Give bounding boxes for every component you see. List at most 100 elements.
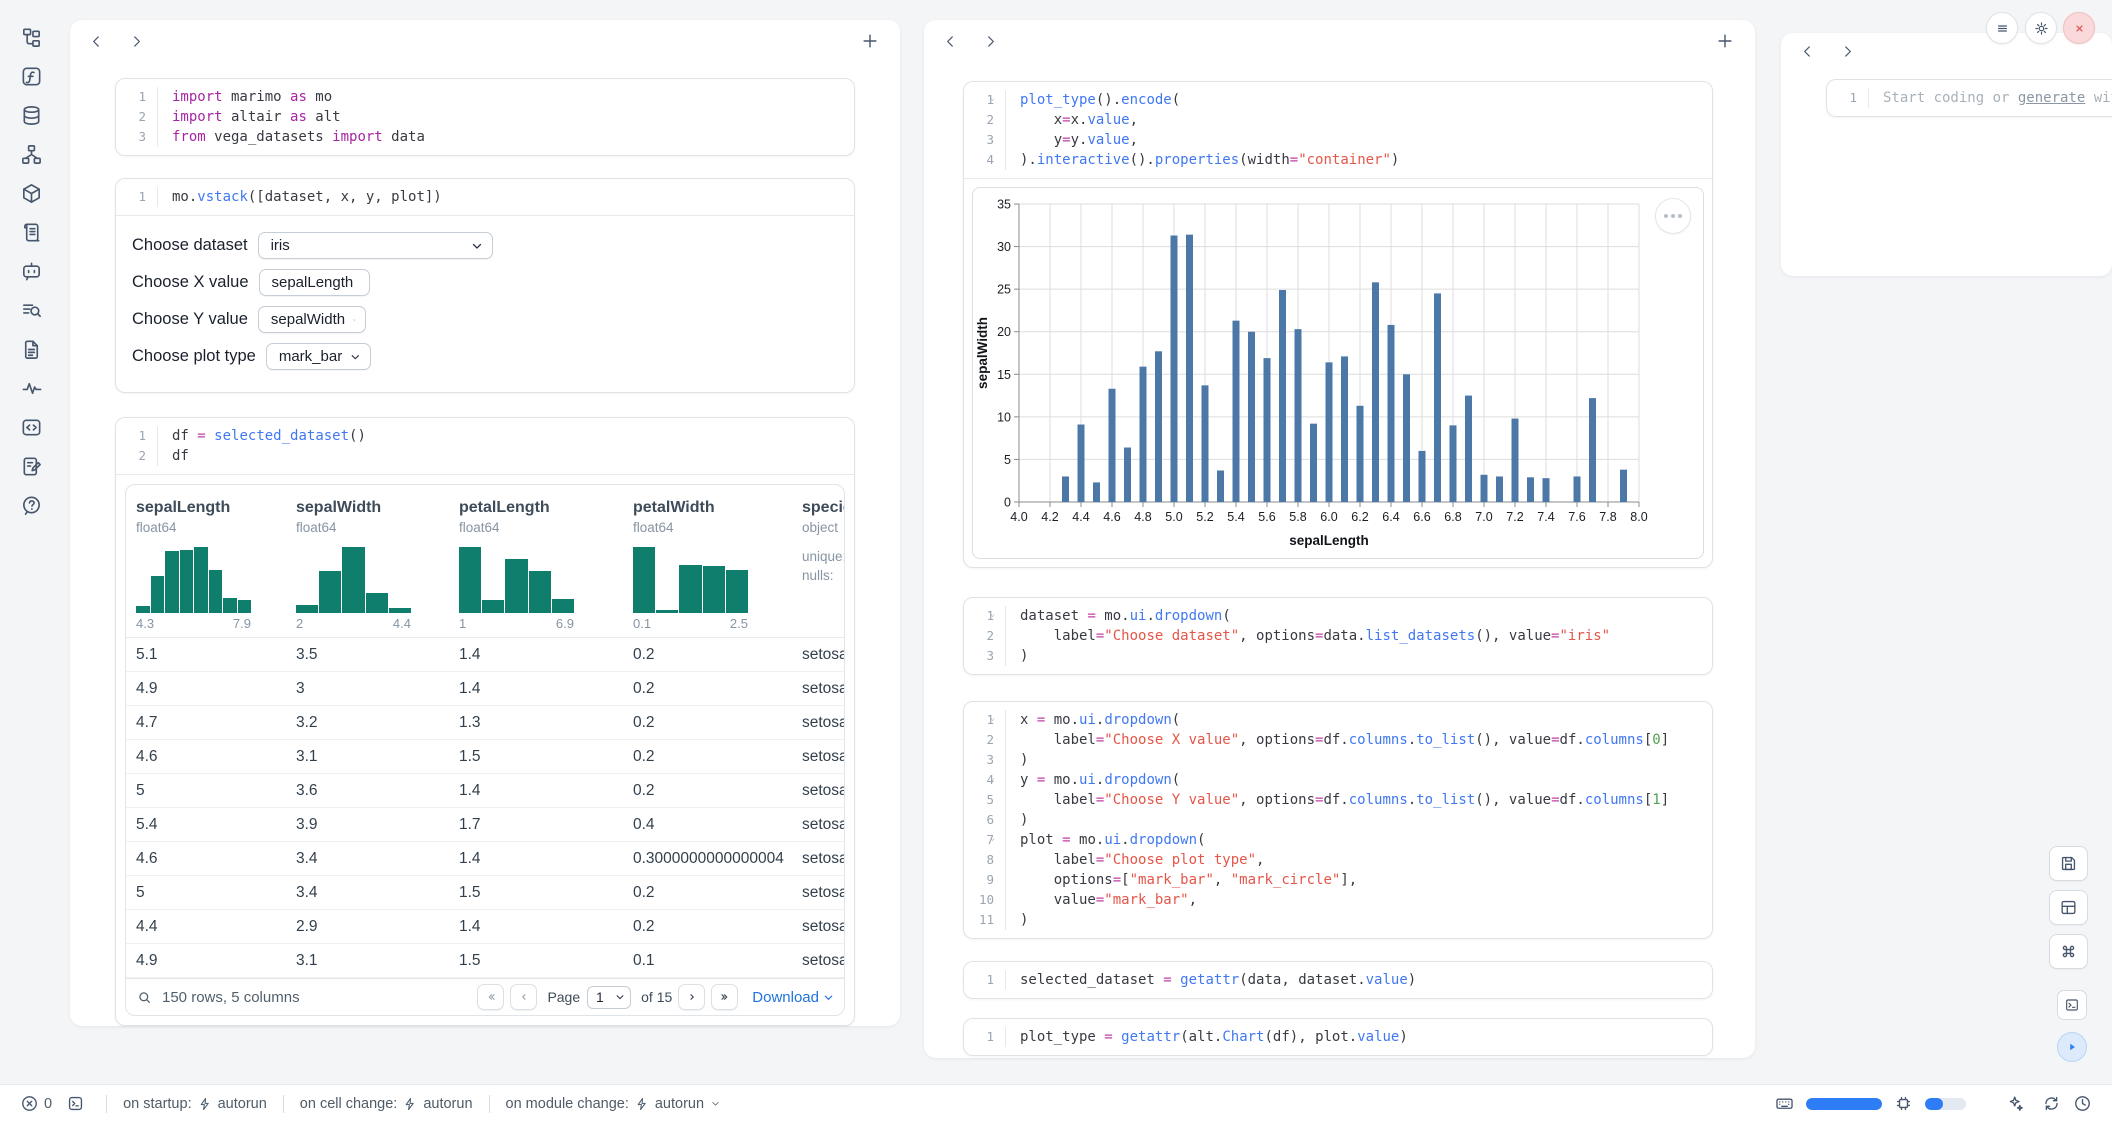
- cell-plot-type[interactable]: 1plot_type = getattr(alt.Chart(df), plot…: [963, 1018, 1713, 1056]
- first-page-button[interactable]: [477, 984, 504, 1010]
- fold-icon[interactable]: ⌄: [990, 714, 995, 722]
- cell-placeholder[interactable]: Start coding or generate with: [1869, 88, 2112, 108]
- choose-y-value-select[interactable]: sepalWidth: [258, 306, 366, 333]
- column-header[interactable]: petalWidthfloat640.12.5: [623, 499, 792, 637]
- menu-button[interactable]: [1986, 12, 2018, 44]
- history-icon[interactable]: [2073, 1094, 2092, 1113]
- document-icon[interactable]: [18, 336, 44, 362]
- last-page-button[interactable]: [711, 984, 738, 1010]
- column-histogram[interactable]: [296, 547, 411, 613]
- package-icon[interactable]: [18, 180, 44, 206]
- svg-text:7.0: 7.0: [1475, 510, 1492, 524]
- run-button[interactable]: [2057, 1032, 2087, 1062]
- cell-dataframe[interactable]: 12df = selected_dataset()df sepalLengthf…: [115, 417, 855, 1026]
- next-page-button[interactable]: [678, 984, 705, 1010]
- terminal-button[interactable]: [2057, 990, 2087, 1020]
- fold-icon[interactable]: ⌄: [990, 94, 995, 102]
- keyboard-icon[interactable]: [1775, 1094, 1794, 1113]
- app-view-button[interactable]: [2049, 890, 2088, 925]
- cell-xy-dropdowns[interactable]: 1⌄234⌄567⌄891011x = mo.ui.dropdown( labe…: [963, 701, 1713, 939]
- svg-text:5.2: 5.2: [1196, 510, 1213, 524]
- table-row[interactable]: 53.41.50.2setosa: [126, 876, 844, 910]
- script-icon[interactable]: [18, 219, 44, 245]
- cell-selected-dataset[interactable]: 1selected_dataset = getattr(data, datase…: [963, 961, 1713, 999]
- page-select[interactable]: 1: [587, 986, 631, 1009]
- svg-text:5.8: 5.8: [1289, 510, 1306, 524]
- svg-text:6.2: 6.2: [1351, 510, 1368, 524]
- column-histogram[interactable]: [633, 547, 748, 613]
- chart-menu-button[interactable]: [1655, 198, 1691, 234]
- tracing-icon[interactable]: [18, 375, 44, 401]
- cell-vstack[interactable]: 1mo.vstack([dataset, x, y, plot]) Choose…: [115, 178, 855, 393]
- sparkle-icon[interactable]: [2006, 1094, 2025, 1113]
- chip-icon[interactable]: [1894, 1094, 1913, 1113]
- add-cell-button[interactable]: [1715, 31, 1737, 53]
- fold-icon[interactable]: ⌄: [990, 774, 995, 782]
- code-editor[interactable]: x = mo.ui.dropdown( label="Choose X valu…: [1006, 710, 1712, 930]
- chatbot-icon[interactable]: [18, 258, 44, 284]
- database-icon[interactable]: [18, 102, 44, 128]
- cell-imports[interactable]: 123import marimo as moimport altair as a…: [115, 78, 855, 156]
- choose-plot-type-select[interactable]: mark_bar: [266, 343, 371, 370]
- settings-button[interactable]: [2025, 12, 2057, 44]
- code-editor[interactable]: plot_type().encode( x=x.value, y=y.value…: [1006, 90, 1712, 170]
- functions-icon[interactable]: [18, 63, 44, 89]
- chevron-right-icon[interactable]: [128, 33, 146, 51]
- empty-cell[interactable]: 1 Start coding or generate with: [1826, 79, 2112, 117]
- table-row[interactable]: 4.93.11.50.1setosa: [126, 944, 844, 978]
- autorun-setting[interactable]: on cell change:autorun: [300, 1096, 473, 1112]
- code-editor[interactable]: mo.vstack([dataset, x, y, plot]): [158, 187, 854, 207]
- choose-dataset-select[interactable]: iris: [258, 232, 493, 259]
- code-editor[interactable]: plot_type = getattr(alt.Chart(df), plot.…: [1006, 1027, 1712, 1047]
- autorun-setting[interactable]: on module change:autorun: [506, 1096, 722, 1112]
- close-button[interactable]: [2063, 12, 2095, 44]
- console-icon[interactable]: [66, 1094, 85, 1113]
- column-header[interactable]: sepalLengthfloat644.37.9: [126, 499, 286, 637]
- table-row[interactable]: 4.63.41.40.3000000000000004setosa: [126, 842, 844, 876]
- generate-link[interactable]: generate: [2018, 90, 2085, 106]
- line-number: 4: [964, 150, 994, 170]
- chevron-right-icon[interactable]: [982, 33, 1000, 51]
- add-cell-button[interactable]: [860, 31, 882, 53]
- column-header[interactable]: speciesobjectunique:nulls:: [792, 499, 844, 637]
- cell-dataset-dropdown[interactable]: 1⌄23dataset = mo.ui.dropdown( label="Cho…: [963, 597, 1713, 675]
- fold-icon[interactable]: ⌄: [990, 834, 995, 842]
- logs-icon[interactable]: [18, 297, 44, 323]
- keyboard-shortcuts-button[interactable]: [2049, 934, 2088, 969]
- help-icon[interactable]: [18, 492, 44, 518]
- column-histogram[interactable]: [459, 547, 574, 613]
- table-row[interactable]: 4.42.91.40.2setosa: [126, 910, 844, 944]
- table-row[interactable]: 4.73.21.30.2setosa: [126, 706, 844, 740]
- file-tree-icon[interactable]: [18, 24, 44, 50]
- column-header[interactable]: sepalWidthfloat6424.4: [286, 499, 449, 637]
- dependency-graph-icon[interactable]: [18, 141, 44, 167]
- snippets-icon[interactable]: [18, 414, 44, 440]
- prev-page-button[interactable]: [510, 984, 537, 1010]
- errors-icon[interactable]: [20, 1094, 39, 1113]
- chevron-right-icon[interactable]: [1839, 43, 1857, 61]
- table-row[interactable]: 53.61.40.2setosa: [126, 774, 844, 808]
- save-button[interactable]: [2049, 846, 2088, 881]
- code-editor[interactable]: df = selected_dataset()df: [158, 426, 854, 466]
- code-editor[interactable]: import marimo as moimport altair as altf…: [158, 87, 854, 147]
- fold-icon[interactable]: ⌄: [990, 610, 995, 618]
- scratchpad-icon[interactable]: [18, 453, 44, 479]
- sepal-bar-chart[interactable]: 4.04.24.44.64.85.05.25.45.65.86.06.26.46…: [973, 188, 1701, 558]
- table-row[interactable]: 4.63.11.50.2setosa: [126, 740, 844, 774]
- table-row[interactable]: 5.13.51.40.2setosa: [126, 638, 844, 672]
- refresh-icon[interactable]: [2042, 1094, 2061, 1113]
- code-editor[interactable]: selected_dataset = getattr(data, dataset…: [1006, 970, 1712, 990]
- chevron-left-icon[interactable]: [1799, 43, 1817, 61]
- table-row[interactable]: 4.931.40.2setosa: [126, 672, 844, 706]
- chevron-left-icon[interactable]: [942, 33, 960, 51]
- choose-x-value-select[interactable]: sepalLength: [259, 269, 370, 296]
- search-icon[interactable]: [136, 989, 153, 1006]
- chevron-left-icon[interactable]: [88, 33, 106, 51]
- column-header[interactable]: petalLengthfloat6416.9: [449, 499, 623, 637]
- table-row[interactable]: 5.43.91.70.4setosa: [126, 808, 844, 842]
- autorun-setting[interactable]: on startup:autorun: [123, 1096, 267, 1112]
- download-button[interactable]: Download: [752, 989, 834, 1006]
- cell-plot[interactable]: 1⌄234plot_type().encode( x=x.value, y=y.…: [963, 81, 1713, 568]
- code-editor[interactable]: dataset = mo.ui.dropdown( label="Choose …: [1006, 606, 1712, 666]
- column-histogram[interactable]: [136, 547, 251, 613]
